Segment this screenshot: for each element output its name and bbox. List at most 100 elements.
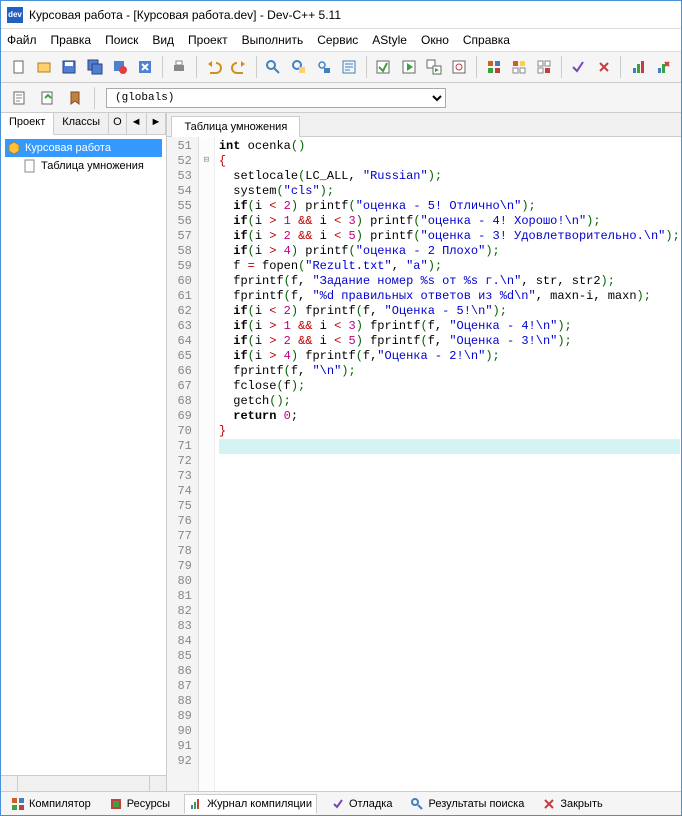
line-num: 83 <box>177 619 191 634</box>
find-next-icon[interactable] <box>312 55 335 79</box>
new-source-icon[interactable] <box>7 86 31 110</box>
code-line: if(i > 2 && i < 5) fprintf(f, "Оценка - … <box>219 334 680 349</box>
btab-label: Отладка <box>349 798 392 810</box>
line-num: 74 <box>177 484 191 499</box>
menu-view[interactable]: Вид <box>152 33 174 47</box>
line-num: 66 <box>177 364 191 379</box>
redo-icon[interactable] <box>227 55 250 79</box>
line-num: 57 <box>177 229 191 244</box>
insert-icon[interactable] <box>35 86 59 110</box>
menu-search[interactable]: Поиск <box>105 33 138 47</box>
main-area: Проект Классы О ◄ ► Курсовая работа Табл… <box>1 113 681 791</box>
close-icon[interactable] <box>133 55 156 79</box>
check-icon[interactable] <box>567 55 590 79</box>
menu-run[interactable]: Выполнить <box>242 33 304 47</box>
code-area[interactable]: 51 52 53 54 55 56 57 58 59 60 61 62 63 6… <box>167 137 681 791</box>
menu-service[interactable]: Сервис <box>317 33 358 47</box>
btab-log[interactable]: Журнал компиляции <box>184 794 317 814</box>
line-num: 79 <box>177 559 191 574</box>
menu-edit[interactable]: Правка <box>51 33 92 47</box>
line-gutter: 51 52 53 54 55 56 57 58 59 60 61 62 63 6… <box>167 137 198 791</box>
line-num: 64 <box>177 334 191 349</box>
line-num: 55 <box>177 199 191 214</box>
line-num: 62 <box>177 304 191 319</box>
profile-del-icon[interactable] <box>652 55 675 79</box>
rebuild-icon[interactable] <box>448 55 471 79</box>
tree-child-label: Таблица умножения <box>41 160 144 172</box>
run-icon[interactable] <box>397 55 420 79</box>
find-icon[interactable] <box>262 55 285 79</box>
log-icon <box>189 797 203 811</box>
bottom-tabs: Компилятор Ресурсы Журнал компиляции Отл… <box>1 791 681 815</box>
new-project-icon[interactable] <box>32 55 55 79</box>
save-icon[interactable] <box>58 55 81 79</box>
compile-run-icon[interactable] <box>422 55 445 79</box>
tree-child[interactable]: Таблица умножения <box>5 157 162 175</box>
tab-prev[interactable]: ◄ <box>127 113 147 134</box>
globals-dropdown[interactable]: (globals) <box>106 88 446 108</box>
compile-icon[interactable] <box>372 55 395 79</box>
code-line: system("cls"); <box>219 184 680 199</box>
goto-icon[interactable] <box>337 55 360 79</box>
line-num: 54 <box>177 184 191 199</box>
tab-project[interactable]: Проект <box>1 113 54 135</box>
tab-classes[interactable]: Классы <box>54 113 109 134</box>
line-num: 58 <box>177 244 191 259</box>
debug-icon[interactable] <box>482 55 505 79</box>
debug-step-icon[interactable] <box>507 55 530 79</box>
menubar: Файл Правка Поиск Вид Проект Выполнить С… <box>1 29 681 51</box>
app-icon: dev <box>7 7 23 23</box>
bookmark-icon[interactable] <box>63 86 87 110</box>
resources-icon <box>109 797 123 811</box>
btab-compiler[interactable]: Компилятор <box>7 795 95 813</box>
line-num: 92 <box>177 754 191 769</box>
btab-label: Компилятор <box>29 798 91 810</box>
line-num: 51 <box>177 139 191 154</box>
replace-icon[interactable] <box>287 55 310 79</box>
fold-mark <box>199 137 214 152</box>
menu-project[interactable]: Проект <box>188 33 228 47</box>
menu-window[interactable]: Окно <box>421 33 449 47</box>
line-num: 82 <box>177 604 191 619</box>
btab-debug[interactable]: Отладка <box>327 795 396 813</box>
undo-icon[interactable] <box>202 55 225 79</box>
line-num: 77 <box>177 529 191 544</box>
line-num: 89 <box>177 709 191 724</box>
btab-results[interactable]: Результаты поиска <box>406 795 528 813</box>
debug-stop-icon[interactable] <box>532 55 555 79</box>
fold-minus-icon[interactable]: ⊟ <box>199 152 214 167</box>
profile-icon[interactable] <box>626 55 649 79</box>
project-panel: Проект Классы О ◄ ► Курсовая работа Табл… <box>1 113 167 791</box>
line-num: 67 <box>177 379 191 394</box>
new-file-icon[interactable] <box>7 55 30 79</box>
line-num: 91 <box>177 739 191 754</box>
code-line: int ocenka() <box>219 139 680 154</box>
tab-next[interactable]: ► <box>147 113 167 134</box>
editor-tabs: Таблица умножения <box>167 113 681 137</box>
btab-close[interactable]: Закрыть <box>538 795 606 813</box>
code-content[interactable]: int ocenka() { setlocale(LC_ALL, "Russia… <box>215 137 681 791</box>
save-as-icon[interactable] <box>108 55 131 79</box>
btab-label: Журнал компиляции <box>207 798 312 810</box>
separator <box>366 56 367 78</box>
line-num: 70 <box>177 424 191 439</box>
save-all-icon[interactable] <box>83 55 106 79</box>
secondary-toolbar: (globals) <box>1 83 681 113</box>
menu-help[interactable]: Справка <box>463 33 510 47</box>
menu-astyle[interactable]: AStyle <box>372 33 407 47</box>
line-num: 71 <box>177 439 191 454</box>
btab-label: Закрыть <box>560 798 602 810</box>
tab-other[interactable]: О <box>109 113 127 134</box>
line-num: 80 <box>177 574 191 589</box>
menu-file[interactable]: Файл <box>7 33 37 47</box>
code-line: } <box>219 424 680 439</box>
print-icon[interactable] <box>168 55 191 79</box>
tree-root[interactable]: Курсовая работа <box>5 139 162 157</box>
editor-tab[interactable]: Таблица умножения <box>171 116 300 137</box>
btab-resources[interactable]: Ресурсы <box>105 795 174 813</box>
line-num: 56 <box>177 214 191 229</box>
clean-icon[interactable] <box>592 55 615 79</box>
line-num: 87 <box>177 679 191 694</box>
line-num: 52 <box>177 154 191 169</box>
scrollbar[interactable] <box>1 775 166 791</box>
